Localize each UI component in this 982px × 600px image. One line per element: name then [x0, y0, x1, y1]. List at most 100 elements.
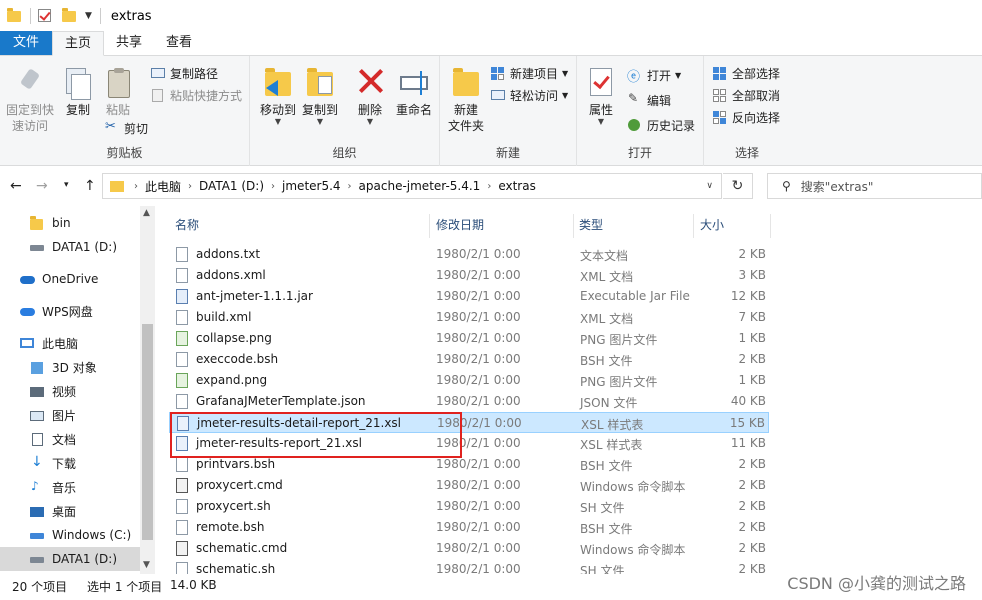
png-file-icon	[176, 331, 188, 346]
column-header-name[interactable]: 名称	[175, 212, 199, 238]
chevron-right-icon[interactable]: ›	[188, 181, 192, 192]
file-row[interactable]: build.xml 1980/2/1 0:00 XML 文档 7 KB	[169, 307, 769, 328]
chevron-right-icon[interactable]: ›	[134, 181, 138, 192]
easy-access-button[interactable]: 轻松访问 ▼	[490, 85, 568, 105]
search-box[interactable]: ⚲ 搜索"extras"	[767, 173, 982, 199]
move-to-button[interactable]: 移动到 ▼	[258, 66, 298, 126]
delete-button[interactable]: 删除 ▼	[352, 66, 388, 126]
new-folder-button[interactable]: 新建 文件夹	[444, 66, 488, 134]
new-item-button[interactable]: 新建项目 ▼	[490, 63, 568, 83]
file-row[interactable]: collapse.png 1980/2/1 0:00 PNG 图片文件 1 KB	[169, 328, 769, 349]
folder-icon	[30, 215, 46, 230]
pin-to-quick-access-button[interactable]: 固定到快 速访问	[4, 66, 56, 134]
file-type: XML 文档	[580, 270, 634, 284]
file-type: JSON 文件	[580, 396, 638, 410]
nav-item-pictures[interactable]: 图片	[0, 403, 140, 427]
paste-shortcut-label: 粘贴快捷方式	[170, 88, 243, 103]
open-label: 打开	[647, 68, 672, 83]
copy-button[interactable]: 复制	[60, 66, 96, 118]
edit-button[interactable]: ✎ 编辑	[627, 90, 671, 110]
file-row[interactable]: proxycert.cmd 1980/2/1 0:00 Windows 命令脚本 2 …	[169, 475, 769, 496]
picture-icon	[30, 409, 46, 422]
column-header-size[interactable]: 大小	[700, 212, 724, 238]
invert-selection-button[interactable]: 反向选择	[712, 107, 780, 127]
breadcrumb-data1[interactable]: DATA1 (D:)	[199, 179, 264, 193]
move-to-label: 移动到	[259, 103, 296, 117]
copy-to-button[interactable]: 复制到 ▼	[300, 66, 340, 126]
file-row[interactable]: ant-jmeter-1.1.1.jar 1980/2/1 0:00 Executa…	[169, 286, 769, 307]
nav-item-this-pc[interactable]: 此电脑	[0, 331, 140, 355]
cloud-icon	[20, 273, 36, 286]
nav-item-3d-objects[interactable]: 3D 对象	[0, 355, 140, 379]
rename-button[interactable]: 重命名	[392, 66, 436, 118]
column-header-date[interactable]: 修改日期	[436, 212, 484, 238]
breadcrumb-this-pc[interactable]: 此电脑	[145, 178, 181, 195]
file-size: 2 KB	[738, 457, 766, 471]
customize-quick-access-chevron-icon[interactable]: ▼	[85, 11, 92, 21]
nav-item-data1-selected[interactable]: DATA1 (D:)	[0, 547, 140, 571]
file-row[interactable]: remote.bsh 1980/2/1 0:00 BSH 文件 2 KB	[169, 517, 769, 538]
open-button[interactable]: ⓔ 打开 ▼	[627, 65, 681, 86]
nav-item-music[interactable]: ♪ 音乐	[0, 475, 140, 499]
up-arrow-icon[interactable]: ↑	[84, 178, 96, 194]
back-arrow-icon[interactable]: ←	[10, 178, 22, 194]
easy-access-icon	[490, 88, 506, 102]
nav-item-bin[interactable]: bin	[0, 211, 140, 235]
file-date: 1980/2/1 0:00	[436, 478, 521, 492]
scrollbar-thumb[interactable]	[142, 324, 153, 540]
forward-arrow-icon[interactable]: →	[36, 178, 48, 194]
chevron-right-icon[interactable]: ›	[348, 181, 352, 192]
nav-scrollbar[interactable]: ▲ ▼	[140, 206, 155, 574]
address-history-chevron-icon[interactable]: ∨	[706, 181, 713, 191]
paste-shortcut-button[interactable]: 粘贴快捷方式	[150, 85, 242, 105]
nav-item-documents[interactable]: 文档	[0, 427, 140, 451]
drive-icon	[30, 529, 46, 542]
breadcrumb-jmeter[interactable]: jmeter5.4	[282, 179, 341, 193]
nav-item-data1[interactable]: DATA1 (D:)	[0, 235, 140, 259]
select-all-button[interactable]: 全部选择	[712, 63, 780, 83]
chevron-right-icon[interactable]: ›	[487, 181, 491, 192]
tab-home[interactable]: 主页	[52, 31, 105, 56]
file-row[interactable]: proxycert.sh 1980/2/1 0:00 SH 文件 2 KB	[169, 496, 769, 517]
nav-item-desktop[interactable]: 桌面	[0, 499, 140, 523]
tab-share[interactable]: 共享	[104, 31, 154, 55]
paste-button[interactable]: 粘贴	[100, 66, 136, 118]
file-row[interactable]: schematic.sh 1980/2/1 0:00 SH 文件 2 KB	[169, 559, 769, 574]
breadcrumb-extras[interactable]: extras	[498, 179, 536, 193]
new-folder-quick-icon[interactable]	[61, 8, 77, 24]
history-button[interactable]: 历史记录	[627, 115, 695, 135]
scroll-down-icon[interactable]: ▼	[143, 560, 150, 570]
column-divider[interactable]	[573, 214, 574, 238]
file-row[interactable]: GrafanaJMeterTemplate.json 1980/2/1 0:00 J…	[169, 391, 769, 412]
tab-view[interactable]: 查看	[154, 31, 204, 55]
file-date: 1980/2/1 0:00	[436, 562, 521, 574]
video-icon	[30, 385, 46, 398]
copy-path-button[interactable]: 复制路径	[150, 63, 218, 83]
properties-button[interactable]: 属性 ▼	[583, 66, 619, 126]
column-divider[interactable]	[770, 214, 771, 238]
file-row[interactable]: execcode.bsh 1980/2/1 0:00 BSH 文件 2 KB	[169, 349, 769, 370]
properties-quick-icon[interactable]	[37, 8, 53, 24]
column-header-type[interactable]: 类型	[579, 212, 603, 238]
file-row[interactable]: addons.txt 1980/2/1 0:00 文本文档 2 KB	[169, 244, 769, 265]
address-bar[interactable]: › 此电脑 › DATA1 (D:) › jmeter5.4 › apache-…	[102, 173, 722, 199]
scroll-up-icon[interactable]: ▲	[143, 208, 150, 218]
computer-icon	[20, 337, 36, 350]
nav-item-windows-c[interactable]: Windows (C:)	[0, 523, 140, 547]
file-row[interactable]: addons.xml 1980/2/1 0:00 XML 文档 3 KB	[169, 265, 769, 286]
file-row[interactable]: expand.png 1980/2/1 0:00 PNG 图片文件 1 KB	[169, 370, 769, 391]
recent-locations-chevron-icon[interactable]: ▾	[64, 180, 69, 190]
chevron-right-icon[interactable]: ›	[271, 181, 275, 192]
column-divider[interactable]	[693, 214, 694, 238]
select-none-button[interactable]: 全部取消	[712, 85, 780, 105]
cut-button[interactable]: ✂ 剪切	[104, 118, 148, 138]
column-divider[interactable]	[429, 214, 430, 238]
file-row[interactable]: schematic.cmd 1980/2/1 0:00 Windows 命令脚本 2 …	[169, 538, 769, 559]
nav-item-downloads[interactable]: ↓ 下载	[0, 451, 140, 475]
nav-item-videos[interactable]: 视频	[0, 379, 140, 403]
nav-item-onedrive[interactable]: OneDrive	[0, 267, 140, 291]
nav-item-wps[interactable]: WPS网盘	[0, 299, 140, 323]
tab-file[interactable]: 文件	[0, 31, 52, 55]
breadcrumb-apache-jmeter[interactable]: apache-jmeter-5.4.1	[359, 179, 481, 193]
refresh-button[interactable]: ↻	[723, 173, 753, 199]
